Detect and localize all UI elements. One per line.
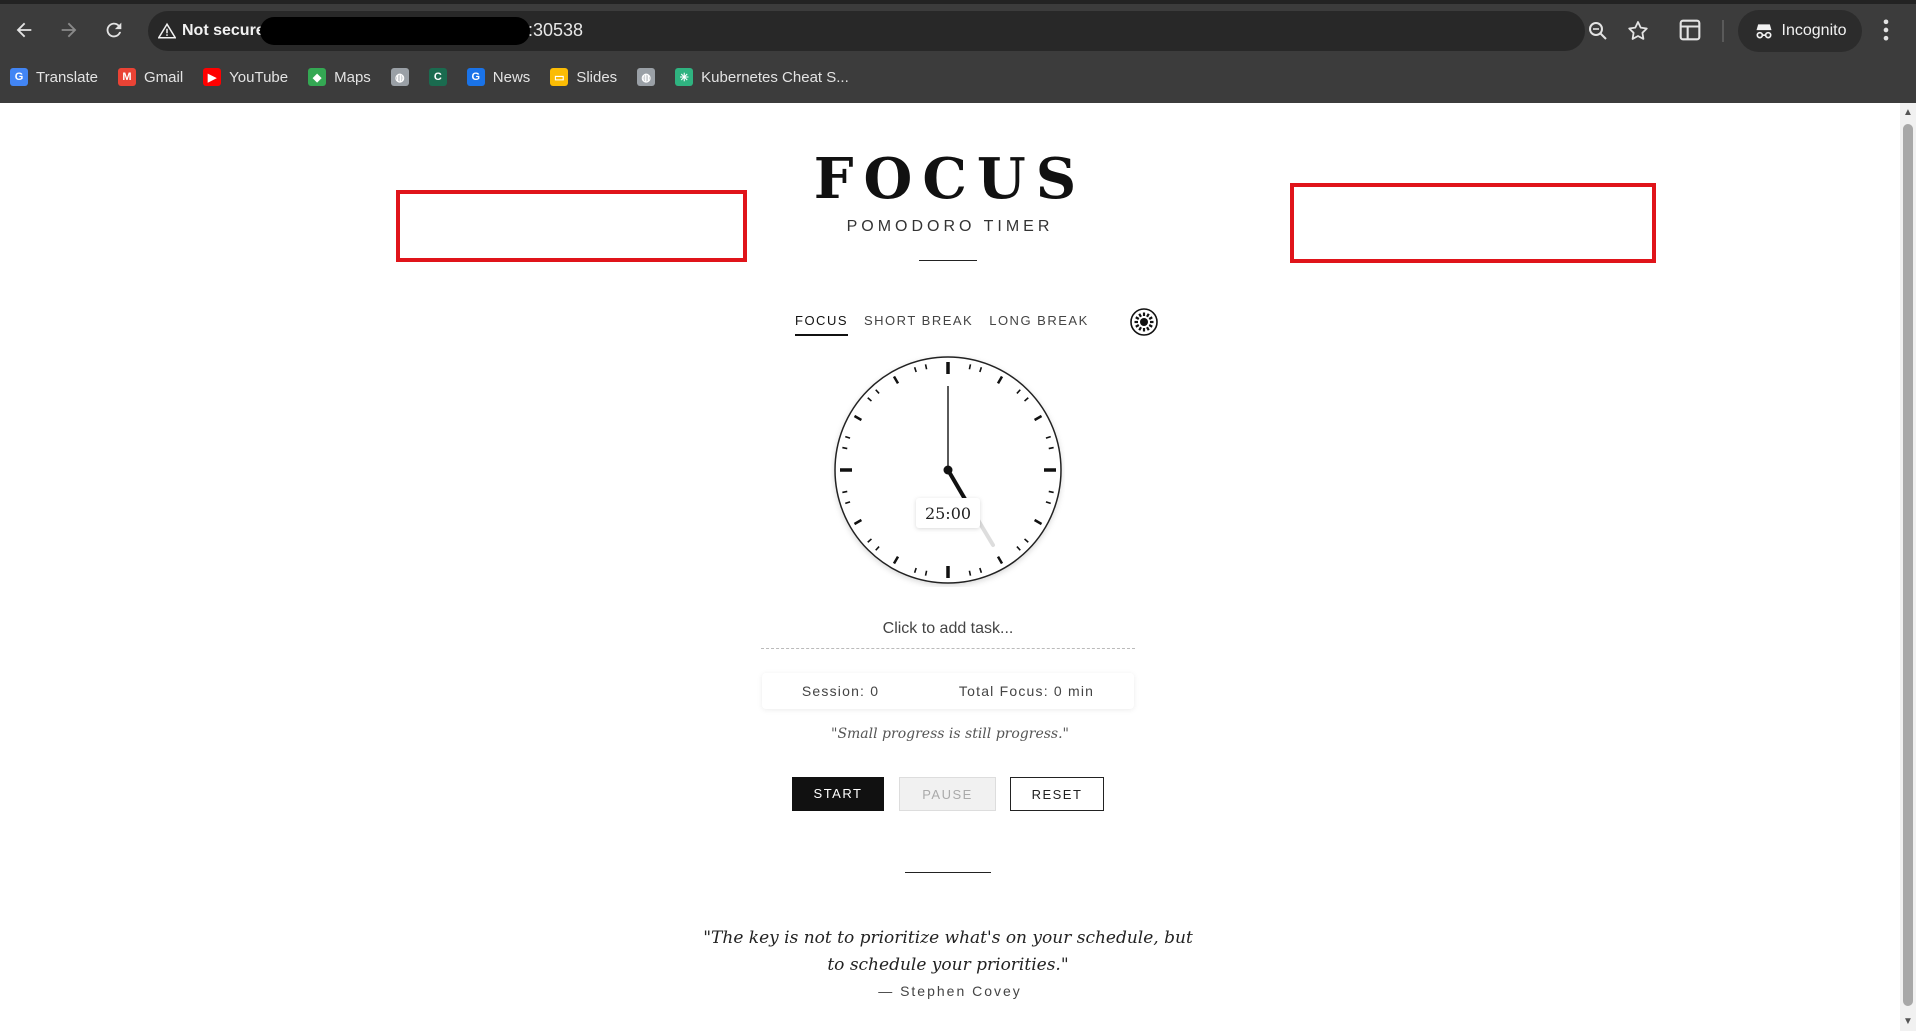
reload-icon xyxy=(106,22,122,38)
task-input[interactable]: Click to add task... xyxy=(761,612,1135,649)
security-label: Not secure xyxy=(182,22,265,39)
footer-quote: "The key is not to prioritize what's on … xyxy=(703,928,1193,975)
tab-short-break[interactable]: SHORT BREAK xyxy=(864,313,973,336)
bookmark-item[interactable]: ◆ Maps xyxy=(308,68,371,86)
bookmark-label: News xyxy=(492,68,531,86)
incognito-icon xyxy=(1756,24,1772,39)
security-chip[interactable]: Not secure xyxy=(158,17,265,45)
clock-tick xyxy=(842,490,848,494)
reload-button[interactable] xyxy=(96,12,132,48)
mode-tabs: FOCUS SHORT BREAK LONG BREAK xyxy=(795,313,1089,336)
forward-arrow-icon xyxy=(61,22,77,38)
google-news-icon: G xyxy=(466,68,485,86)
forward-button[interactable] xyxy=(51,12,87,48)
tab-long-break[interactable]: LONG BREAK xyxy=(989,313,1089,336)
tab-search-icon[interactable] xyxy=(1676,16,1704,44)
incognito-chip[interactable]: Incognito xyxy=(1738,10,1862,52)
title-divider xyxy=(919,260,977,261)
bookmark-label: Slides xyxy=(576,68,618,86)
reset-button[interactable]: RESET xyxy=(1010,777,1104,811)
url-port: :30538 xyxy=(528,20,584,40)
zoom-icon[interactable] xyxy=(1586,19,1610,43)
bookmark-label: YouTube xyxy=(229,68,289,86)
translate-icon: G xyxy=(10,68,28,86)
globe-icon: ◍ xyxy=(390,68,409,86)
scroll-up-arrow[interactable]: ▲ xyxy=(1902,108,1914,118)
highlight-box-left xyxy=(396,190,747,262)
globe-icon: ◍ xyxy=(637,68,656,86)
bookmarks-bar: G Translate M Gmail ▶ YouTube ◆ Maps ◍ C G News ▭ Sli… xyxy=(10,64,849,90)
bookmark-item[interactable]: M Gmail xyxy=(117,68,184,86)
tab-strip-edge xyxy=(0,0,1916,4)
total-focus: Total Focus: 0 min xyxy=(958,683,1095,699)
menu-kebab-icon[interactable] xyxy=(1876,16,1896,44)
session-count: Session: 0 xyxy=(801,683,880,699)
bookmark-item[interactable]: ▶ YouTube xyxy=(203,68,288,86)
youtube-icon: ▶ xyxy=(203,68,222,86)
bookmark-item[interactable]: ▭ Slides xyxy=(550,68,617,86)
clock-tick xyxy=(968,570,972,576)
tab-focus[interactable]: FOCUS xyxy=(795,313,848,336)
bookmark-label: Gmail xyxy=(143,68,184,86)
bookmark-item[interactable]: ◍ xyxy=(637,68,656,86)
back-arrow-icon xyxy=(16,22,32,38)
timer-clock: 25:00 xyxy=(834,356,1062,584)
bookmark-item[interactable]: G News xyxy=(466,68,531,86)
gear-icon[interactable] xyxy=(1128,306,1160,338)
toolbar-divider xyxy=(1722,20,1724,42)
bookmark-label: Translate xyxy=(36,68,98,86)
timer-display: 25:00 xyxy=(925,504,971,523)
warning-triangle-icon xyxy=(158,22,176,39)
gmail-icon: M xyxy=(117,68,136,86)
footer-divider xyxy=(905,872,991,873)
clock-tick xyxy=(924,364,928,370)
scroll-down-arrow[interactable]: ▼ xyxy=(1902,1017,1914,1027)
clock-center xyxy=(943,465,953,475)
incognito-label: Incognito xyxy=(1781,22,1847,39)
start-button[interactable]: START xyxy=(792,777,884,811)
maps-icon: ◆ xyxy=(308,68,327,86)
kubernetes-icon: ✳ xyxy=(675,68,694,86)
clock-tick xyxy=(924,570,928,576)
bookmark-item[interactable]: ✳ Kubernetes Cheat S... xyxy=(675,68,849,86)
bookmark-star-icon[interactable] xyxy=(1626,19,1650,43)
back-button[interactable] xyxy=(6,12,42,48)
bookmark-label: Maps xyxy=(334,68,371,86)
clock-tick xyxy=(1048,446,1054,450)
address-bar[interactable]: Not secure :30538 xyxy=(148,11,1648,51)
bookmark-label: Kubernetes Cheat S... xyxy=(701,68,849,86)
motivation-text: "Small progress is still progress." xyxy=(831,726,1069,742)
bookmark-item[interactable]: ◍ xyxy=(390,68,409,86)
highlight-box-right xyxy=(1290,183,1656,263)
stats-panel: Session: 0 Total Focus: 0 min xyxy=(762,673,1134,709)
pause-button[interactable]: PAUSE xyxy=(899,777,996,811)
redacted-host xyxy=(260,17,530,45)
quote-author: — Stephen Covey xyxy=(878,983,1022,999)
browser-chrome: Not secure :30538 Incognito G Translate M G… xyxy=(0,0,1916,103)
clock-tick xyxy=(842,446,848,450)
clock-tick xyxy=(1048,490,1054,494)
bookmark-item[interactable]: G Translate xyxy=(10,68,98,86)
scrollbar-thumb[interactable] xyxy=(1903,124,1913,1006)
bookmark-item[interactable]: C xyxy=(428,68,447,86)
slides-icon: ▭ xyxy=(550,68,569,86)
c-logo-icon: C xyxy=(428,68,447,86)
clock-tick xyxy=(968,364,972,370)
